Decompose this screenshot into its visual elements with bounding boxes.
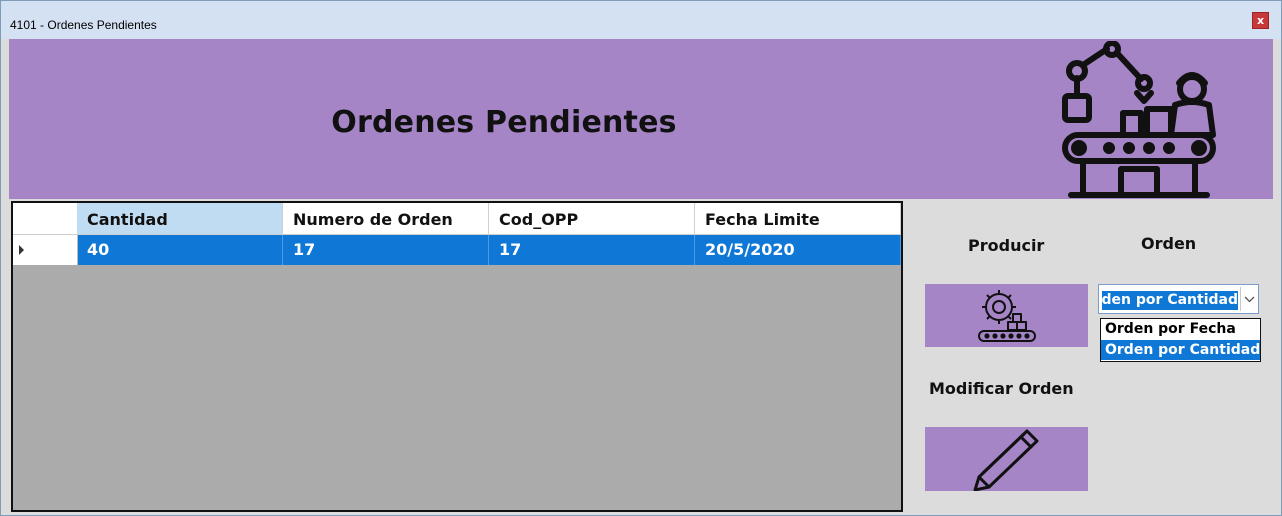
orden-dropdown-list: Orden por Fecha Orden por Cantidad bbox=[1100, 318, 1261, 362]
cell-fecha-limite[interactable]: 20/5/2020 bbox=[695, 235, 901, 265]
producir-label: Producir bbox=[968, 236, 1045, 255]
chevron-down-icon bbox=[1244, 296, 1255, 303]
cell-cantidad[interactable]: 40 bbox=[77, 235, 283, 265]
table-row[interactable]: 40 17 17 20/5/2020 bbox=[13, 235, 901, 265]
gear-conveyor-icon bbox=[978, 290, 1036, 342]
grid-header: Cantidad Numero de Orden Cod_OPP Fecha L… bbox=[13, 203, 901, 235]
current-row-arrow-icon bbox=[19, 245, 24, 255]
cell-cod-opp[interactable]: 17 bbox=[489, 235, 695, 265]
dropdown-button[interactable] bbox=[1240, 287, 1258, 311]
window-title: 4101 - Ordenes Pendientes bbox=[10, 18, 157, 32]
column-header-numero-orden[interactable]: Numero de Orden bbox=[283, 203, 489, 234]
title-bar: 4101 - Ordenes Pendientes x bbox=[1, 1, 1281, 39]
close-button[interactable]: x bbox=[1252, 12, 1269, 29]
factory-conveyor-icon bbox=[1062, 41, 1216, 198]
producir-button[interactable] bbox=[925, 284, 1088, 347]
row-header[interactable] bbox=[13, 235, 78, 265]
column-header-cod-opp[interactable]: Cod_OPP bbox=[489, 203, 695, 234]
pencil-icon bbox=[973, 429, 1039, 492]
modificar-orden-label: Modificar Orden bbox=[929, 379, 1074, 398]
orden-combobox[interactable]: Orden por Cantidad bbox=[1098, 284, 1259, 314]
column-header-cantidad[interactable]: Cantidad bbox=[77, 203, 283, 234]
orden-label: Orden bbox=[1141, 234, 1197, 253]
orders-grid[interactable]: Cantidad Numero de Orden Cod_OPP Fecha L… bbox=[11, 201, 903, 512]
option-orden-por-fecha[interactable]: Orden por Fecha bbox=[1101, 319, 1260, 339]
modificar-orden-button[interactable] bbox=[925, 427, 1088, 492]
header-banner: Ordenes Pendientes bbox=[9, 39, 1273, 199]
orden-selected-value: Orden por Cantidad bbox=[1102, 291, 1238, 310]
main-window: 4101 - Ordenes Pendientes x Ordenes Pend… bbox=[0, 0, 1282, 516]
page-title: Ordenes Pendientes bbox=[331, 105, 677, 140]
header-corner bbox=[13, 203, 78, 234]
option-orden-por-cantidad[interactable]: Orden por Cantidad bbox=[1101, 340, 1260, 360]
column-header-fecha-limite[interactable]: Fecha Limite bbox=[695, 203, 901, 234]
cell-numero-orden[interactable]: 17 bbox=[283, 235, 489, 265]
